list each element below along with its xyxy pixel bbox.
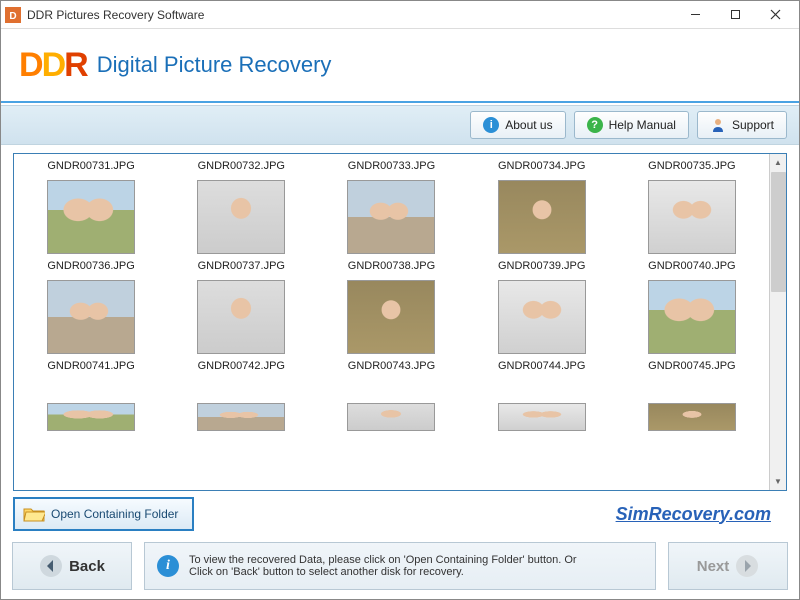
scrollbar[interactable]: ▲ ▼ bbox=[769, 154, 786, 490]
app-icon: D bbox=[5, 7, 21, 23]
support-label: Support bbox=[732, 118, 774, 132]
thumbnail-grid[interactable]: GNDR00731.JPG GNDR00732.JPG GNDR00733.JP… bbox=[14, 154, 769, 490]
info-icon: i bbox=[483, 117, 499, 133]
help-icon: ? bbox=[587, 117, 603, 133]
file-label[interactable]: GNDR00736.JPG bbox=[20, 258, 162, 276]
scroll-thumb[interactable] bbox=[771, 172, 786, 292]
back-button[interactable]: Back bbox=[12, 542, 132, 590]
next-button[interactable]: Next bbox=[668, 542, 788, 590]
about-label: About us bbox=[505, 118, 552, 132]
folder-icon bbox=[23, 505, 45, 523]
content-area: GNDR00731.JPG GNDR00732.JPG GNDR00733.JP… bbox=[1, 145, 799, 539]
file-label[interactable]: GNDR00731.JPG bbox=[20, 158, 162, 176]
thumbnail[interactable] bbox=[47, 280, 135, 354]
help-button[interactable]: ? Help Manual bbox=[574, 111, 689, 139]
file-label[interactable]: GNDR00745.JPG bbox=[621, 358, 763, 376]
thumbnail[interactable] bbox=[648, 403, 736, 431]
file-label[interactable]: GNDR00741.JPG bbox=[20, 358, 162, 376]
scroll-down-icon[interactable]: ▼ bbox=[770, 473, 786, 490]
thumbnail[interactable] bbox=[347, 280, 435, 354]
thumbnail[interactable] bbox=[47, 180, 135, 254]
hint-line2: Click on 'Back' button to select another… bbox=[189, 566, 577, 578]
file-label[interactable]: GNDR00743.JPG bbox=[320, 358, 462, 376]
file-label[interactable]: GNDR00734.JPG bbox=[471, 158, 613, 176]
next-label: Next bbox=[697, 558, 730, 575]
titlebar: D DDR Pictures Recovery Software bbox=[1, 1, 799, 29]
maximize-button[interactable] bbox=[715, 2, 755, 28]
person-icon bbox=[710, 117, 726, 133]
divider bbox=[1, 101, 799, 103]
brand-link[interactable]: SimRecovery.com bbox=[616, 504, 771, 525]
hint-line1: To view the recovered Data, please click… bbox=[189, 554, 577, 566]
hint-box: i To view the recovered Data, please cli… bbox=[144, 542, 656, 590]
thumbnail[interactable] bbox=[648, 280, 736, 354]
logo: DDR bbox=[19, 46, 87, 85]
arrow-left-icon bbox=[39, 554, 63, 578]
thumbnail[interactable] bbox=[498, 280, 586, 354]
open-folder-button[interactable]: Open Containing Folder bbox=[13, 497, 194, 531]
toolbar: i About us ? Help Manual Support bbox=[1, 105, 799, 145]
svg-text:D: D bbox=[9, 11, 16, 22]
thumbnail[interactable] bbox=[347, 180, 435, 254]
info-icon: i bbox=[157, 555, 179, 577]
thumbnail[interactable] bbox=[47, 403, 135, 431]
file-label[interactable]: GNDR00742.JPG bbox=[170, 358, 312, 376]
file-label[interactable]: GNDR00739.JPG bbox=[471, 258, 613, 276]
thumbnail[interactable] bbox=[197, 403, 285, 431]
thumbnail[interactable] bbox=[197, 280, 285, 354]
open-folder-label: Open Containing Folder bbox=[51, 507, 178, 521]
file-label[interactable]: GNDR00738.JPG bbox=[320, 258, 462, 276]
help-label: Help Manual bbox=[609, 118, 676, 132]
window-title: DDR Pictures Recovery Software bbox=[27, 8, 675, 22]
minimize-button[interactable] bbox=[675, 2, 715, 28]
file-label[interactable]: GNDR00744.JPG bbox=[471, 358, 613, 376]
close-button[interactable] bbox=[755, 2, 795, 28]
file-label[interactable]: GNDR00740.JPG bbox=[621, 258, 763, 276]
underbar: Open Containing Folder SimRecovery.com bbox=[13, 497, 787, 531]
support-button[interactable]: Support bbox=[697, 111, 787, 139]
thumbnail-panel: GNDR00731.JPG GNDR00732.JPG GNDR00733.JP… bbox=[13, 153, 787, 491]
thumbnail[interactable] bbox=[197, 180, 285, 254]
file-label[interactable]: GNDR00735.JPG bbox=[621, 158, 763, 176]
banner: DDR Digital Picture Recovery bbox=[1, 29, 799, 101]
thumbnail[interactable] bbox=[648, 180, 736, 254]
thumbnail[interactable] bbox=[498, 403, 586, 431]
back-label: Back bbox=[69, 558, 105, 575]
thumbnail[interactable] bbox=[498, 180, 586, 254]
arrow-right-icon bbox=[735, 554, 759, 578]
scroll-up-icon[interactable]: ▲ bbox=[770, 154, 786, 171]
file-label[interactable]: GNDR00732.JPG bbox=[170, 158, 312, 176]
file-label[interactable]: GNDR00737.JPG bbox=[170, 258, 312, 276]
file-label[interactable]: GNDR00733.JPG bbox=[320, 158, 462, 176]
about-button[interactable]: i About us bbox=[470, 111, 565, 139]
footer: Back i To view the recovered Data, pleas… bbox=[12, 542, 788, 590]
thumbnail[interactable] bbox=[347, 403, 435, 431]
banner-subtitle: Digital Picture Recovery bbox=[97, 52, 332, 78]
